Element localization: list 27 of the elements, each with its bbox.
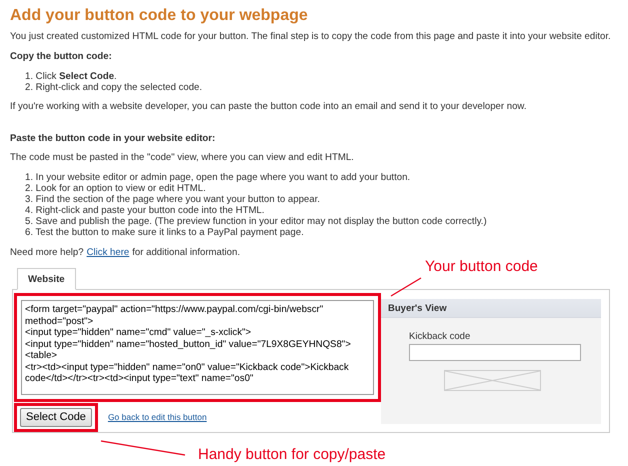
image-placeholder-icon [444, 370, 541, 391]
page-heading: Add your button code to your webpage [10, 6, 309, 26]
tab[interactable]: Website [17, 268, 76, 290]
back-link[interactable]: Go back to edit this button [108, 412, 207, 423]
note-text: The code must be pasted in the "code" view, where you can view and edit HTML. [10, 152, 355, 163]
field-label: Kickback code [409, 331, 472, 342]
section-title: Copy the button code: [10, 51, 113, 62]
step-text: 5. Save and publish the page. (The preview function in your editor may not display the button code correctly.) [25, 216, 487, 227]
kickback-code-field[interactable] [409, 344, 581, 361]
step-text: 6. Test the button to make sure it links to a PayPal payment page. [25, 227, 304, 238]
annotation-text: Your button code [425, 258, 538, 276]
select-code-button[interactable]: Select Code [20, 408, 92, 427]
panel-title: Buyer's View [381, 299, 601, 318]
code-field[interactable]: <form target="paypal" action="https://www.paypal.com/cgi-bin/webscr" method="post"> <input type="hidden" name="cmd" value="_s-xclick"> <input type="hidden" name="hosted_button_id" value="7L9X8GEYHNQS8"> <table> <tr><td><input type="hidden" name="on0" value="Kickback code">Kickback code</td></tr><tr><td><input type="text" name="os0" [21, 300, 374, 395]
step-text: 4. Right-click and paste your button code into the HTML. [25, 205, 264, 216]
step-text: 1. Click Select Code. [25, 71, 117, 82]
section-title: Paste the button code in your website editor: [10, 133, 216, 144]
help-text: Need more help? [10, 247, 84, 258]
step-text: 2. Right-click and copy the selected code. [25, 82, 202, 93]
developer-note: If you're working with a website developer, you can paste the button code into an email and send it to your developer now. [10, 101, 528, 112]
step-text: 1. In your website editor or admin page, open the page where you want to add your button. [25, 172, 410, 183]
step-text: 2. Look for an option to view or edit HTML. [25, 183, 206, 194]
step-text: 3. Find the section of the page where you want your button to appear. [25, 194, 320, 205]
annotation-text: Handy button for copy/paste [198, 446, 386, 464]
help-link[interactable]: Click here [86, 247, 130, 258]
help-text: for additional information. [132, 247, 240, 258]
intro-text: You just created customized HTML code for your button. The final step is to copy the code from this page and paste it into your website editor. [10, 31, 612, 42]
